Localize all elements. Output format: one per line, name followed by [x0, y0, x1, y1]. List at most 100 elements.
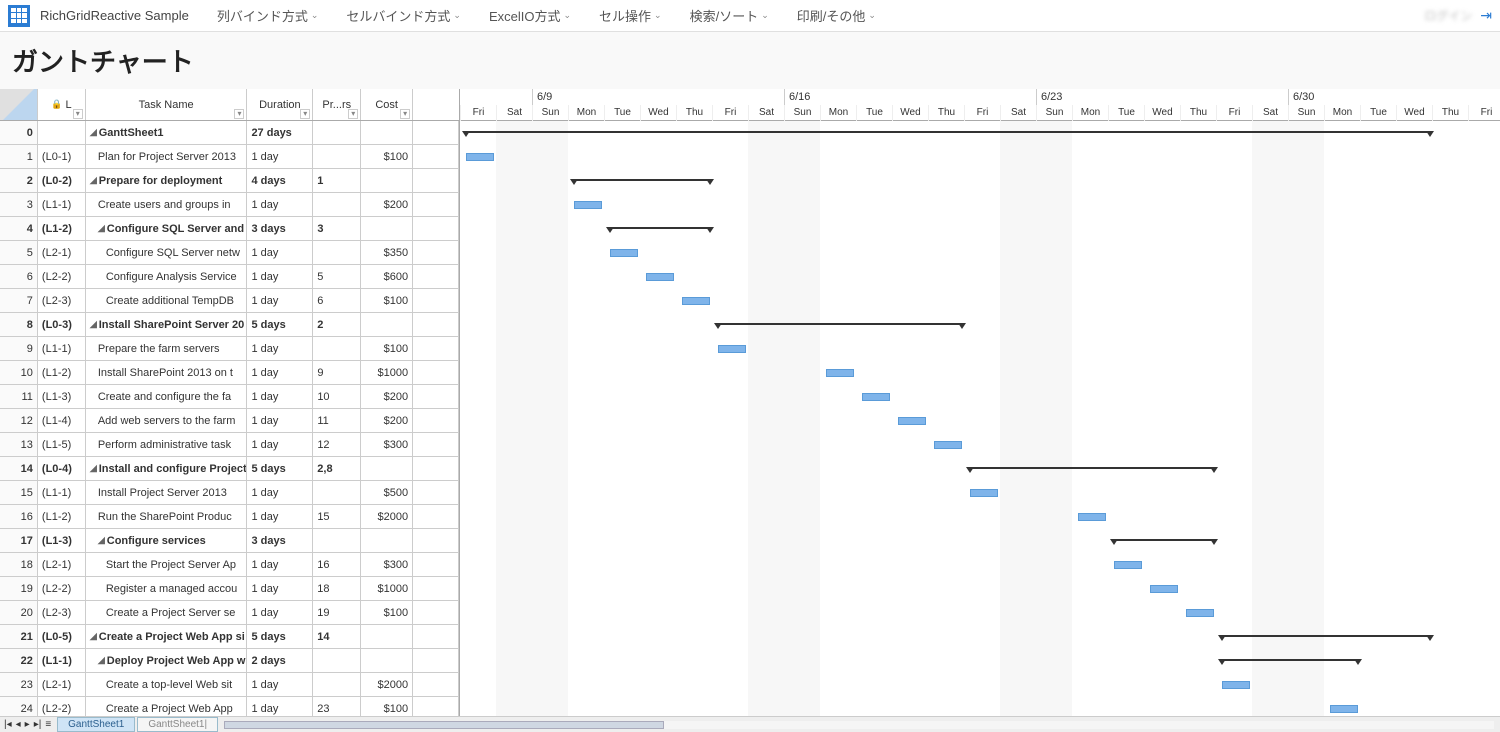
- gantt-row[interactable]: [460, 529, 1500, 553]
- user-label[interactable]: ログイン: [1424, 7, 1472, 24]
- cell-task[interactable]: Register a managed accou: [86, 577, 248, 600]
- cell-duration[interactable]: 1 day: [247, 409, 313, 432]
- cell-task[interactable]: ◢GanttSheet1: [86, 121, 248, 144]
- cell-cost[interactable]: $350: [361, 241, 413, 264]
- table-row[interactable]: 20(L2-3)Create a Project Server se1 day1…: [0, 601, 459, 625]
- gantt-row[interactable]: [460, 433, 1500, 457]
- cell-task[interactable]: Create users and groups in: [86, 193, 248, 216]
- cell-duration[interactable]: 5 days: [247, 457, 313, 480]
- cell-pred[interactable]: 3: [313, 217, 361, 240]
- table-row[interactable]: 11(L1-3)Create and configure the fa1 day…: [0, 385, 459, 409]
- cell-pred[interactable]: 1: [313, 169, 361, 192]
- filter-icon[interactable]: ▾: [300, 109, 310, 119]
- cell-cost[interactable]: $2000: [361, 505, 413, 528]
- gantt-row[interactable]: [460, 121, 1500, 145]
- gantt-task-bar[interactable]: [1186, 609, 1214, 617]
- cell-cost[interactable]: [361, 529, 413, 552]
- gantt-task-bar[interactable]: [646, 273, 674, 281]
- corner-cell[interactable]: [0, 89, 38, 120]
- cell-task[interactable]: Install Project Server 2013: [86, 481, 248, 504]
- cell-cost[interactable]: $100: [361, 145, 413, 168]
- logout-icon[interactable]: ⇥: [1480, 7, 1492, 24]
- cell-pred[interactable]: 10: [313, 385, 361, 408]
- cell-duration[interactable]: 1 day: [247, 577, 313, 600]
- cell-pred[interactable]: 23: [313, 697, 361, 716]
- gantt-task-bar[interactable]: [718, 345, 746, 353]
- table-row[interactable]: 18(L2-1)Start the Project Server Ap1 day…: [0, 553, 459, 577]
- gantt-task-bar[interactable]: [862, 393, 890, 401]
- cell-duration[interactable]: 1 day: [247, 361, 313, 384]
- gantt-row[interactable]: [460, 313, 1500, 337]
- cell-duration[interactable]: 3 days: [247, 529, 313, 552]
- gantt-body[interactable]: [460, 121, 1500, 716]
- cell-duration[interactable]: 5 days: [247, 625, 313, 648]
- menu-item[interactable]: 列バインド方式⌄: [217, 6, 319, 25]
- gantt-summary-bar[interactable]: [970, 467, 1214, 469]
- cell-duration[interactable]: 1 day: [247, 241, 313, 264]
- table-row[interactable]: 16(L1-2)Run the SharePoint Produc1 day15…: [0, 505, 459, 529]
- col-task[interactable]: Task Name▾: [86, 89, 248, 120]
- gantt-task-bar[interactable]: [1150, 585, 1178, 593]
- cell-pred[interactable]: [313, 649, 361, 672]
- cell-task[interactable]: ◢Install and configure Project: [86, 457, 248, 480]
- cell-cost[interactable]: [361, 121, 413, 144]
- gantt-row[interactable]: [460, 553, 1500, 577]
- gantt-task-bar[interactable]: [466, 153, 494, 161]
- cell-duration[interactable]: 1 day: [247, 289, 313, 312]
- table-row[interactable]: 17(L1-3)◢Configure services3 days: [0, 529, 459, 553]
- cell-duration[interactable]: 3 days: [247, 217, 313, 240]
- cell-cost[interactable]: [361, 217, 413, 240]
- cell-cost[interactable]: $2000: [361, 673, 413, 696]
- cell-cost[interactable]: $100: [361, 697, 413, 716]
- cell-pred[interactable]: 2: [313, 313, 361, 336]
- collapse-icon[interactable]: ◢: [90, 127, 97, 138]
- col-duration[interactable]: Duration▾: [247, 89, 313, 120]
- cell-cost[interactable]: $300: [361, 433, 413, 456]
- gantt-summary-bar[interactable]: [574, 179, 710, 181]
- gantt-row[interactable]: [460, 649, 1500, 673]
- collapse-icon[interactable]: ◢: [90, 175, 97, 186]
- cell-cost[interactable]: $500: [361, 481, 413, 504]
- table-row[interactable]: 6(L2-2)Configure Analysis Service1 day5$…: [0, 265, 459, 289]
- cell-duration[interactable]: 1 day: [247, 385, 313, 408]
- gantt-row[interactable]: [460, 625, 1500, 649]
- gantt-task-bar[interactable]: [970, 489, 998, 497]
- cell-pred[interactable]: [313, 145, 361, 168]
- table-row[interactable]: 23(L2-1)Create a top-level Web sit1 day$…: [0, 673, 459, 697]
- cell-task[interactable]: Configure SQL Server netw: [86, 241, 248, 264]
- gantt-row[interactable]: [460, 241, 1500, 265]
- filter-icon[interactable]: ▾: [400, 109, 410, 119]
- table-row[interactable]: 22(L1-1)◢Deploy Project Web App w2 days: [0, 649, 459, 673]
- menu-item[interactable]: 検索/ソート⌄: [690, 6, 769, 25]
- cell-duration[interactable]: 2 days: [247, 649, 313, 672]
- gantt-row[interactable]: [460, 169, 1500, 193]
- gantt-task-bar[interactable]: [826, 369, 854, 377]
- cell-duration[interactable]: 1 day: [247, 193, 313, 216]
- collapse-icon[interactable]: ◢: [90, 631, 97, 642]
- gantt-row[interactable]: [460, 265, 1500, 289]
- cell-cost[interactable]: $100: [361, 337, 413, 360]
- cell-task[interactable]: Create a top-level Web sit: [86, 673, 248, 696]
- collapse-icon[interactable]: ◢: [98, 655, 105, 666]
- gantt-row[interactable]: [460, 409, 1500, 433]
- table-row[interactable]: 9(L1-1)Prepare the farm servers1 day$100: [0, 337, 459, 361]
- gantt-row[interactable]: [460, 217, 1500, 241]
- col-predecessors[interactable]: Pr...rs▾: [313, 89, 361, 120]
- cell-cost[interactable]: $1000: [361, 577, 413, 600]
- gantt-task-bar[interactable]: [1330, 705, 1358, 713]
- col-l[interactable]: 🔒 L▾: [38, 89, 86, 120]
- gantt-row[interactable]: [460, 481, 1500, 505]
- cell-cost[interactable]: $100: [361, 601, 413, 624]
- filter-icon[interactable]: ▾: [348, 109, 358, 119]
- table-row[interactable]: 13(L1-5)Perform administrative task1 day…: [0, 433, 459, 457]
- cell-task[interactable]: Prepare the farm servers: [86, 337, 248, 360]
- gantt-row[interactable]: [460, 577, 1500, 601]
- cell-duration[interactable]: 1 day: [247, 601, 313, 624]
- gantt-task-bar[interactable]: [574, 201, 602, 209]
- cell-duration[interactable]: 1 day: [247, 553, 313, 576]
- task-rows[interactable]: 0◢GanttSheet127 days1(L0-1)Plan for Proj…: [0, 121, 459, 716]
- cell-task[interactable]: Create and configure the fa: [86, 385, 248, 408]
- table-row[interactable]: 21(L0-5)◢Create a Project Web App si5 da…: [0, 625, 459, 649]
- gantt-task-bar[interactable]: [610, 249, 638, 257]
- cell-pred[interactable]: [313, 121, 361, 144]
